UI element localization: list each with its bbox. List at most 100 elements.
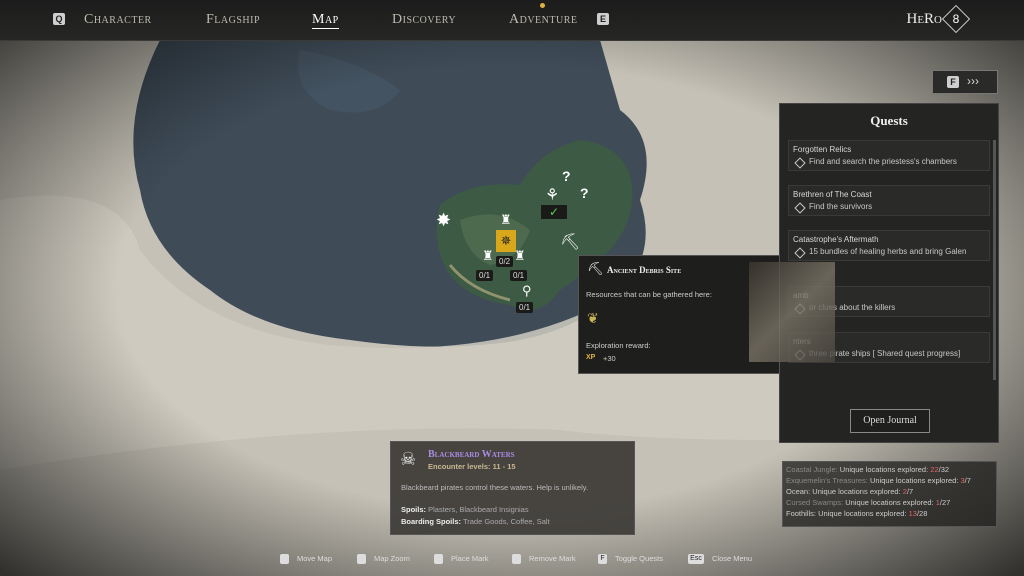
fort-marker-icon[interactable]: ♜: [500, 212, 512, 228]
hint-move-map: Move Map: [280, 554, 333, 565]
open-journal-button[interactable]: Open Journal: [850, 409, 930, 433]
stat-found: 22: [930, 465, 939, 474]
tab-discovery[interactable]: Discovery: [392, 12, 456, 28]
boarding-spoils-row: Boarding Spoils: Trade Goods, Coffee, Sa…: [401, 517, 550, 526]
pirate-icon: ☠: [400, 449, 417, 469]
xp-value: +30: [603, 354, 616, 363]
stat-label: Unique locations explored:: [812, 487, 901, 496]
quest-name: Brethren of The Coast: [793, 190, 872, 199]
stat-label: Unique locations explored:: [818, 509, 907, 518]
hint-label: Close Menu: [712, 554, 753, 563]
hint-close-menu: Esc Close Menu: [688, 554, 753, 565]
tab-flagship[interactable]: Flagship: [206, 12, 260, 28]
stat-region: Exquemelin's Treasures:: [786, 476, 868, 485]
quest-item[interactable]: Catastrophe's Aftermath 15 bundles of he…: [788, 230, 990, 261]
active-tab-indicator-icon: [540, 3, 545, 8]
ruins-illustration: [749, 262, 835, 362]
region-name: Blackbeard Waters: [428, 449, 515, 460]
region-description: Blackbeard pirates control these waters.…: [401, 483, 589, 492]
stat-row: Ocean: Unique locations explored: 2/7: [783, 486, 996, 497]
hint-label: Remove Mark: [529, 554, 576, 563]
fort-marker-icon[interactable]: ♜: [482, 248, 494, 264]
expand-key: F: [947, 76, 959, 88]
fort-left-progress: 0/1: [476, 270, 494, 281]
prev-tab-key[interactable]: Q: [53, 13, 65, 25]
check-icon: ✓: [541, 205, 567, 219]
encounter-levels: Encounter levels: 11 - 15: [428, 462, 516, 471]
stat-total: /7: [906, 487, 914, 496]
boarding-spoils-value: Trade Goods, Coffee, Salt: [462, 517, 550, 526]
active-quest-marker-icon[interactable]: ✵: [496, 230, 516, 252]
key-esc: Esc: [688, 554, 704, 565]
stat-label: Unique locations explored:: [869, 476, 959, 485]
xp-icon: XP: [586, 354, 596, 361]
player-name: HeRo: [906, 11, 942, 27]
herb-marker-icon[interactable]: ⚘: [545, 185, 559, 205]
stat-label: Unique locations explored:: [845, 498, 934, 507]
stat-found: 13: [908, 509, 917, 518]
expand-arrows: ›››: [967, 74, 979, 88]
tab-adventure[interactable]: Adventure: [509, 12, 578, 28]
reward-label: Exploration reward:: [586, 341, 651, 350]
stat-label: Unique locations explored:: [839, 465, 929, 474]
hint-remove-mark: Remove Mark: [512, 554, 576, 565]
exploration-stats: Coastal Jungle: Unique locations explore…: [782, 461, 997, 527]
mouse-wheel-icon: [357, 554, 366, 565]
stat-row: Coastal Jungle: Unique locations explore…: [783, 462, 996, 475]
tooltip-title: Ancient Debris Site: [607, 265, 682, 275]
boarding-spoils-label: Boarding Spoils:: [401, 517, 461, 526]
mouse-icon: [434, 554, 443, 565]
player-level-badge: 8: [941, 4, 971, 34]
quest-task: Find the survivors: [789, 199, 989, 215]
quest-name: Forgotten Relics: [793, 145, 852, 154]
quests-scrollbar[interactable]: [993, 140, 996, 380]
resources-label: Resources that can be gathered here:: [586, 290, 712, 299]
search-marker-icon[interactable]: ⚲: [522, 283, 532, 299]
expand-panel-button[interactable]: F ›››: [932, 70, 998, 94]
search-progress: 0/1: [516, 302, 534, 313]
mouse-icon: [512, 554, 521, 565]
quests-title: Quests: [870, 113, 908, 128]
stat-region: Ocean:: [786, 487, 811, 496]
top-navigation: Q Character Flagship Map Discovery Adven…: [0, 0, 1024, 41]
quest-item[interactable]: Forgotten Relics Find and search the pri…: [788, 140, 990, 171]
hint-place-mark: Place Mark: [434, 554, 489, 565]
hint-label: Map Zoom: [374, 554, 410, 563]
spoils-label: Spoils:: [401, 505, 427, 514]
pickaxe-icon: ⛏: [587, 261, 604, 276]
stat-row: Exquemelin's Treasures: Unique locations…: [783, 475, 996, 486]
stat-region: Foothills:: [786, 509, 817, 518]
player-level: 8: [952, 12, 960, 26]
stat-total: /32: [938, 465, 950, 474]
next-tab-key[interactable]: E: [597, 13, 609, 25]
unknown-location-icon[interactable]: ?: [562, 168, 571, 184]
stat-total: /27: [939, 498, 951, 507]
spoils-value: Plasters, Blackbeard Insignias: [428, 505, 529, 514]
quest-task: 15 bundles of healing herbs and bring Ga…: [789, 244, 989, 260]
hint-label: Move Map: [297, 554, 333, 563]
fort-marker-icon[interactable]: ♜: [514, 248, 526, 264]
stat-row: Foothills: Unique locations explored: 13…: [783, 508, 996, 519]
pickaxe-marker-icon[interactable]: ⛏: [560, 232, 580, 252]
hint-map-zoom: Map Zoom: [357, 554, 410, 565]
tab-character[interactable]: Character: [84, 12, 152, 28]
region-info-panel: ☠ Blackbeard Waters Encounter levels: 11…: [390, 441, 635, 535]
resource-debris-icon: ❦: [587, 310, 599, 326]
stat-row: Cursed Swamps: Unique locations explored…: [783, 497, 996, 508]
stat-total: /28: [916, 509, 928, 518]
sun-marker-icon[interactable]: ✸: [436, 210, 451, 231]
stat-region: Cursed Swamps:: [786, 498, 844, 507]
location-tooltip: ⛏ Ancient Debris Site Resources that can…: [578, 255, 835, 374]
hint-label: Toggle Quests: [615, 554, 663, 563]
spoils-row: Spoils: Plasters, Blackbeard Insignias: [401, 505, 529, 514]
quest-item[interactable]: Brethren of The Coast Find the survivors: [788, 185, 990, 216]
stat-total: /7: [964, 476, 971, 485]
stat-region: Coastal Jungle:: [786, 465, 838, 474]
quest-task: Find and search the priestess's chambers: [789, 154, 989, 170]
mouse-icon: [280, 554, 289, 565]
tab-map[interactable]: Map: [312, 12, 339, 29]
key-f: F: [598, 554, 607, 565]
fort-right-progress: 0/1: [510, 270, 528, 281]
unknown-location-icon[interactable]: ?: [580, 185, 589, 201]
hint-toggle-quests: F Toggle Quests: [598, 554, 663, 565]
